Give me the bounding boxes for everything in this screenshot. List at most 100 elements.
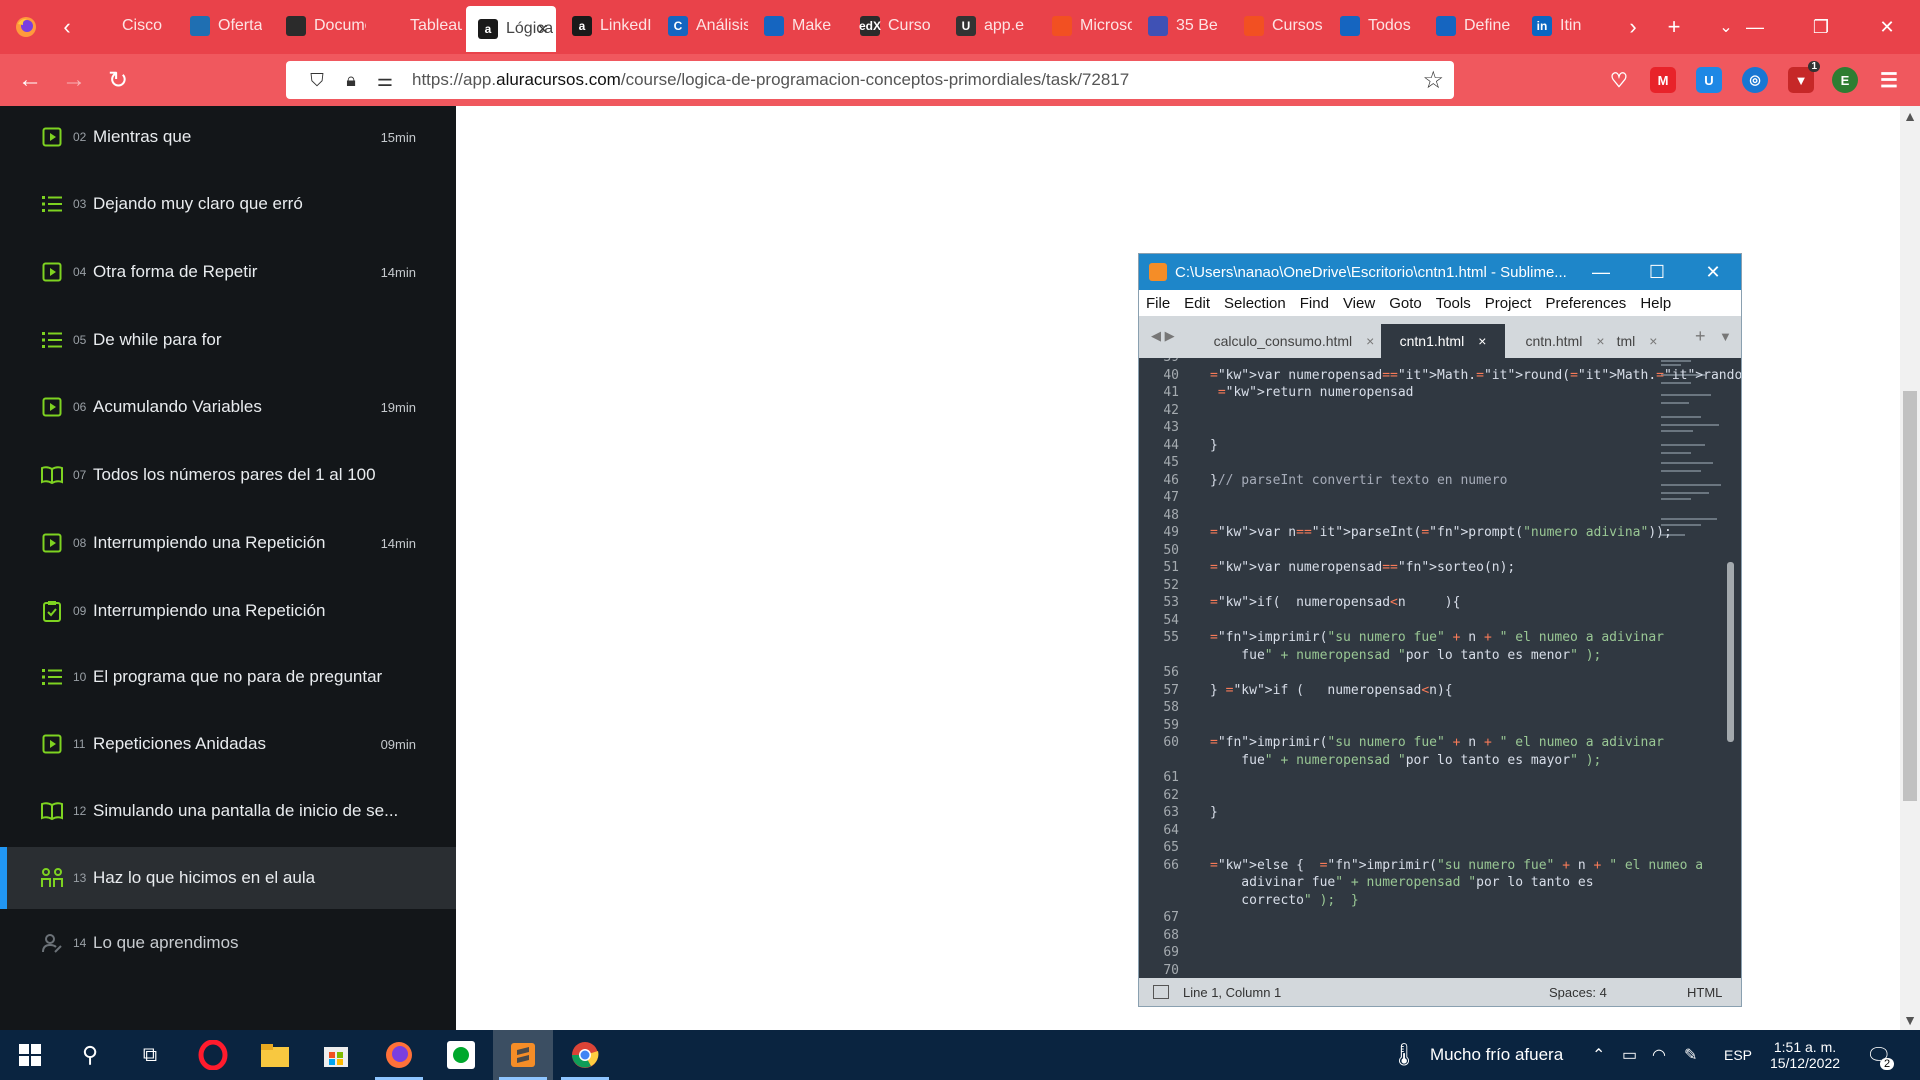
menu-item-project[interactable]: Project — [1478, 295, 1539, 312]
menu-item-find[interactable]: Find — [1293, 295, 1336, 312]
tab-scroll-left-icon[interactable]: ‹ — [52, 0, 82, 54]
code-editor[interactable]: 39 40 ="kw">var numeropensad=="it">Math.="… — [1139, 358, 1741, 978]
reload-icon[interactable]: ↻ — [96, 54, 140, 106]
url-text[interactable]: https://app.aluracursos.com/course/logic… — [412, 70, 1129, 90]
indentation-setting[interactable]: Spaces: 4 — [1549, 985, 1607, 1000]
code-line[interactable]: fue" + numeropensad "por lo tanto es may… — [1210, 753, 1601, 768]
close-window-button[interactable]: ✕ — [1854, 0, 1920, 54]
file-explorer-icon[interactable] — [245, 1030, 305, 1080]
code-line[interactable]: ="kw">else { ="fn">imprimir("su numero f… — [1210, 858, 1703, 873]
syntax-setting[interactable]: HTML — [1687, 985, 1722, 1000]
editor-tab[interactable]: cntn.html × — [1507, 324, 1623, 358]
browser-tab[interactable]: edX Curso — [848, 6, 940, 46]
forward-icon[interactable]: → — [52, 54, 96, 106]
lesson-item[interactable]: 03 Dejando muy claro que erró — [0, 173, 456, 235]
lesson-item[interactable]: 04 Otra forma de Repetir 14min — [0, 241, 456, 303]
code-line[interactable]: } — [1210, 805, 1218, 820]
notifications-icon[interactable]: 🗨︎ 2 — [1866, 1030, 1895, 1080]
page-scrollbar[interactable]: ▲ ▼ — [1900, 106, 1920, 1030]
sublime-tab-list-icon[interactable]: ▼ — [1719, 329, 1732, 344]
menu-item-preferences[interactable]: Preferences — [1538, 295, 1633, 312]
lesson-item[interactable]: 12 Simulando una pantalla de inicio de se… — [0, 780, 456, 842]
extension-red-icon[interactable]: M — [1650, 67, 1676, 93]
code-line[interactable]: ="kw">var numeropensad=="fn">sorteo(n); — [1210, 560, 1515, 575]
back-icon[interactable]: ← — [8, 54, 52, 106]
code-line[interactable]: ="fn">imprimir("su numero fue" + n + " e… — [1210, 735, 1664, 750]
microsoft-store-icon[interactable] — [306, 1030, 366, 1080]
sidebar-toggle-icon[interactable] — [1153, 985, 1169, 999]
browser-tab[interactable]: Define — [1424, 6, 1516, 46]
code-minimap[interactable] — [1657, 358, 1721, 578]
sublime-maximize-button[interactable]: ☐ — [1629, 254, 1685, 290]
close-tab-icon[interactable]: × — [1478, 333, 1486, 349]
lesson-item[interactable]: 07 Todos los números pares del 1 al 100 — [0, 444, 456, 506]
sublime-taskbar-icon[interactable] — [493, 1030, 553, 1080]
windows-start-icon[interactable] — [0, 1030, 60, 1080]
scroll-down-icon[interactable]: ▼ — [1900, 1012, 1920, 1028]
browser-tab[interactable]: Cisco — [82, 6, 174, 46]
code-line[interactable]: ="kw">var numeropensad=="it">Math.="it">… — [1210, 368, 1741, 383]
close-tab-icon[interactable]: × — [537, 19, 548, 40]
extension-globe-icon[interactable]: ◎ — [1742, 67, 1768, 93]
opera-icon[interactable] — [183, 1030, 243, 1080]
sublime-title-bar[interactable]: C:\Users\nanao\OneDrive\Escritorio\cntn1… — [1139, 254, 1741, 290]
pocket-icon[interactable]: ♡ — [1606, 67, 1632, 93]
browser-tab[interactable]: Oferta — [178, 6, 270, 46]
editor-tab[interactable]: tml × — [1607, 324, 1667, 358]
extension-green-icon[interactable]: E — [1832, 67, 1858, 93]
lesson-item[interactable]: 13 Haz lo que hicimos en el aula — [0, 847, 456, 909]
sublime-close-button[interactable]: ✕ — [1685, 254, 1741, 290]
code-line[interactable]: } — [1210, 438, 1218, 453]
lesson-item[interactable]: 11 Repeticiones Anidadas 09min — [0, 713, 456, 775]
code-scroll-thumb[interactable] — [1727, 562, 1734, 742]
browser-tab[interactable]: Uapp.e — [944, 6, 1036, 46]
weather-widget[interactable]: 🌡︎ Mucho frío afuera — [1390, 1030, 1563, 1080]
menu-item-help[interactable]: Help — [1633, 295, 1678, 312]
browser-tab[interactable]: a Lógica × — [466, 6, 556, 52]
browser-tab[interactable]: Todos — [1328, 6, 1420, 46]
bookmark-star-icon[interactable]: ☆ — [1422, 66, 1444, 95]
lesson-item[interactable]: 09 Interrumpiendo una Repetición — [0, 580, 456, 642]
permissions-icon[interactable]: ⚌ — [368, 70, 402, 91]
lesson-item[interactable]: 05 De while para for — [0, 309, 456, 371]
browser-tab[interactable]: C Análisis — [656, 6, 748, 46]
code-scrollbar[interactable] — [1725, 362, 1735, 962]
hamburger-menu-icon[interactable]: ☰ — [1876, 67, 1902, 93]
browser-tab[interactable]: Tableau — [370, 6, 462, 46]
menu-item-view[interactable]: View — [1336, 295, 1382, 312]
task-view-icon[interactable]: ⧉ — [120, 1030, 180, 1080]
code-line[interactable]: ="kw">var n=="it">parseInt(="fn">prompt(… — [1210, 525, 1672, 540]
browser-tab[interactable]: a LinkedIn — [560, 6, 652, 46]
page-scroll-thumb[interactable] — [1903, 391, 1917, 801]
code-line[interactable]: correcto" ); } — [1210, 893, 1358, 908]
code-line[interactable]: ="kw">if( numeropensad<n ){ — [1210, 595, 1460, 610]
browser-tab[interactable]: Cursos — [1232, 6, 1324, 46]
code-line[interactable]: }// parseInt convertir texto en numero — [1210, 473, 1507, 488]
sublime-tab-nav-icon[interactable]: ◀ ▶ — [1151, 328, 1175, 344]
new-tab-button[interactable]: + — [1648, 0, 1700, 54]
language-indicator[interactable]: ESP — [1724, 1030, 1752, 1080]
browser-tab[interactable]: Documento — [274, 6, 366, 46]
code-line[interactable]: adivinar fue" + numeropensad "por lo tan… — [1210, 875, 1593, 890]
show-hidden-icons-icon[interactable]: ⌃ — [1592, 1030, 1605, 1080]
restore-window-button[interactable]: ❐ — [1788, 0, 1854, 54]
lesson-item[interactable]: 14 Lo que aprendimos — [0, 912, 456, 974]
browser-tab[interactable]: Microsoft — [1040, 6, 1132, 46]
sublime-minimize-button[interactable]: — — [1573, 254, 1629, 290]
url-bar[interactable]: ⛉ 🔒︎ ⚌ https://app.aluracursos.com/cours… — [286, 61, 1454, 99]
browser-tab[interactable]: Make — [752, 6, 844, 46]
lesson-item[interactable]: 10 El programa que no para de preguntar — [0, 646, 456, 708]
lesson-item[interactable]: 08 Interrumpiendo una Repetición 14min — [0, 512, 456, 574]
code-line[interactable]: fue" + numeropensad "por lo tanto es men… — [1210, 648, 1601, 663]
firefox-menu-icon[interactable] — [0, 0, 52, 54]
menu-item-goto[interactable]: Goto — [1382, 295, 1429, 312]
browser-tab[interactable]: in Itin — [1520, 6, 1612, 46]
lesson-item[interactable]: 02 Mientras que 15min — [0, 106, 456, 168]
clock[interactable]: 1:51 a. m. 15/12/2022 — [1770, 1030, 1840, 1080]
close-tab-icon[interactable]: × — [1366, 333, 1374, 349]
lock-icon[interactable]: 🔒︎ — [334, 70, 368, 91]
menu-item-tools[interactable]: Tools — [1429, 295, 1478, 312]
lesson-item[interactable]: 06 Acumulando Variables 19min — [0, 376, 456, 438]
tracking-shield-icon[interactable]: ⛉ — [300, 70, 334, 91]
evernote-icon[interactable] — [431, 1030, 491, 1080]
